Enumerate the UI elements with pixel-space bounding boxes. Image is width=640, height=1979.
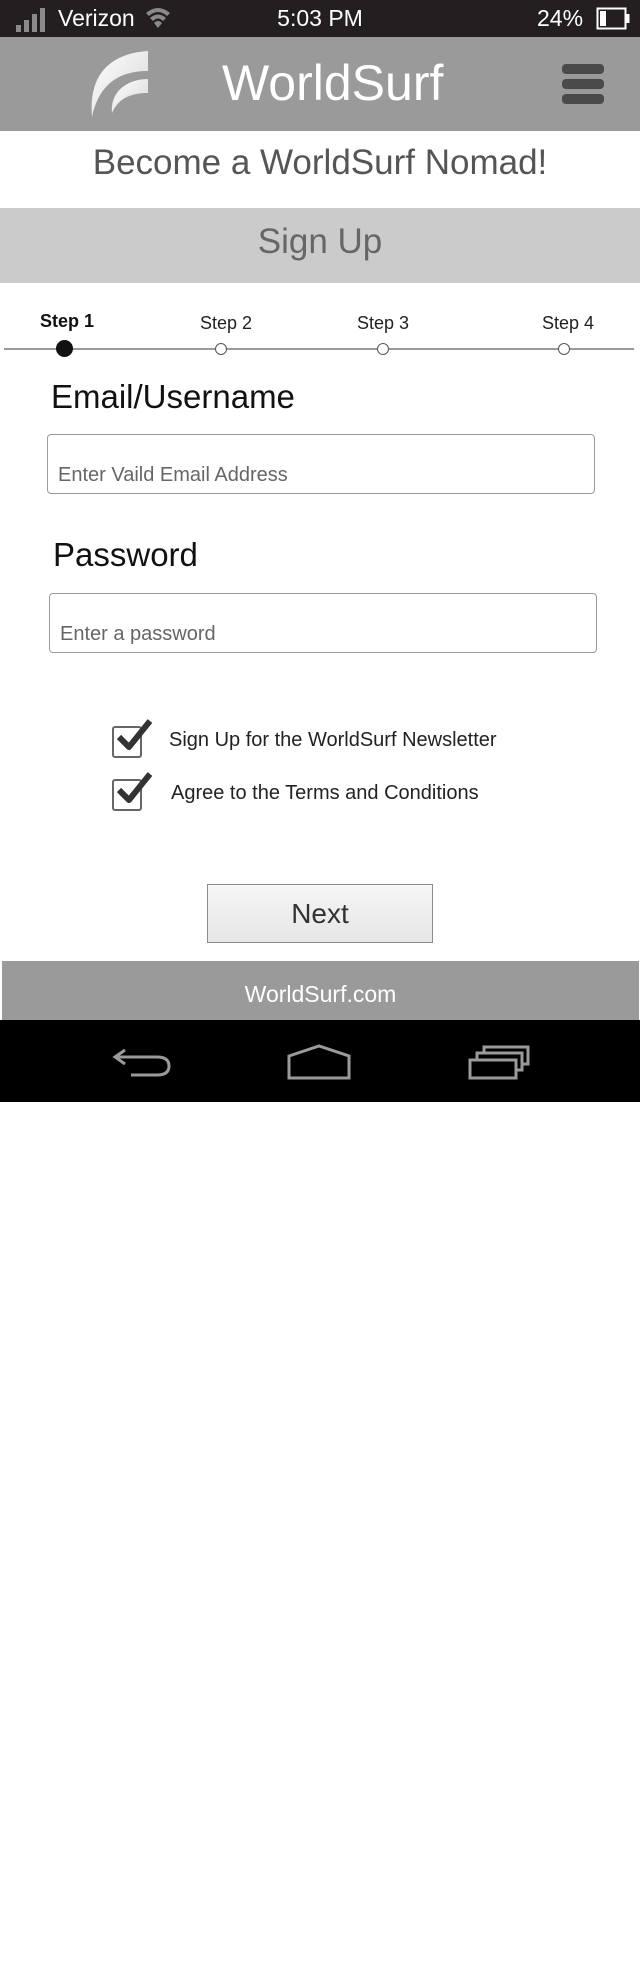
step-1-label: Step 1 (40, 311, 95, 331)
app-header: WorldSurf (0, 37, 640, 131)
signup-banner: Sign Up (0, 208, 640, 283)
checkmark-icon (116, 772, 152, 803)
page-tagline: Become a WorldSurf Nomad! (92, 143, 548, 182)
email-field[interactable] (47, 434, 595, 494)
step-4-dot (558, 343, 570, 355)
step-2-dot (215, 343, 227, 355)
home-icon[interactable] (286, 1044, 352, 1080)
terms-checkbox-row[interactable]: Agree to the Terms and Conditions (112, 772, 532, 812)
system-nav-bar (0, 1020, 640, 1102)
newsletter-checkbox-row[interactable]: Sign Up for the WorldSurf Newsletter (112, 719, 532, 759)
terms-checkbox-label: Agree to the Terms and Conditions (171, 782, 479, 804)
step-3-label: Step 3 (357, 313, 410, 333)
email-label: Email/Username (51, 378, 295, 415)
app-title: WorldSurf (222, 55, 444, 111)
step-2-label: Step 2 (200, 313, 253, 333)
newsletter-checkbox[interactable] (112, 719, 152, 758)
newsletter-checkbox-label: Sign Up for the WorldSurf Newsletter (169, 729, 497, 751)
password-label: Password (53, 536, 198, 573)
checkmark-icon (116, 719, 152, 750)
terms-checkbox[interactable] (112, 772, 152, 811)
step-3-dot (377, 343, 389, 355)
progress-stepper: Step 1 Step 2 Step 3 Step 4 (0, 300, 640, 360)
hamburger-menu-icon[interactable] (562, 64, 604, 104)
footer-link[interactable]: WorldSurf.com (2, 961, 639, 1020)
status-bar: Verizon 5:03 PM 24% (0, 0, 640, 37)
step-1-dot (56, 340, 73, 357)
battery-percent: 24% (537, 5, 584, 31)
stepper-line (4, 348, 634, 350)
step-4-label: Step 4 (542, 313, 595, 333)
worldsurf-wave-logo-icon[interactable] (84, 49, 152, 119)
password-field[interactable] (49, 593, 597, 653)
back-icon[interactable] (111, 1044, 173, 1080)
recent-apps-icon[interactable] (467, 1044, 531, 1080)
battery-icon (596, 7, 630, 30)
next-button[interactable]: Next (207, 884, 433, 943)
